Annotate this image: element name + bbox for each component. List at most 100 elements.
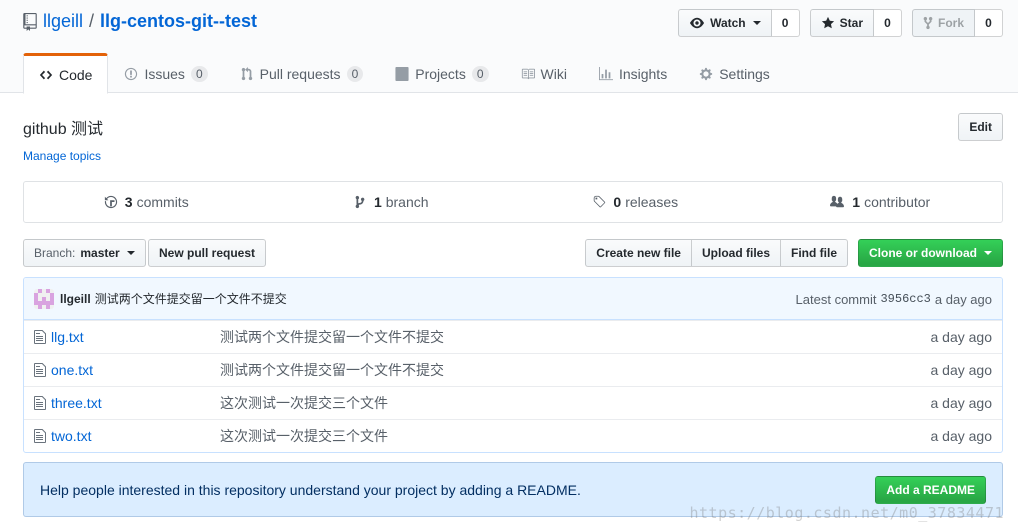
file-icon — [34, 363, 46, 377]
file-icon — [34, 429, 46, 443]
table-row: two.txt 这次测试一次提交三个文件 a day ago — [24, 419, 1002, 452]
tab-settings[interactable]: Settings — [683, 53, 786, 93]
branch-prefix: Branch: — [34, 246, 76, 260]
latest-commit-bar: llgeill 测试两个文件提交留一个文件不提交 Latest commit 3… — [24, 278, 1002, 320]
file-commit-age: a day ago — [930, 362, 993, 378]
chevron-down-icon — [984, 251, 992, 255]
chevron-down-icon — [752, 21, 761, 25]
create-new-file-button[interactable]: Create new file — [585, 239, 692, 267]
star-count[interactable]: 0 — [873, 9, 902, 37]
branches-link[interactable]: 1 branch — [269, 182, 514, 222]
issues-counter: 0 — [190, 66, 208, 82]
clone-label: Clone or download — [869, 246, 977, 260]
branch-count: 1 — [373, 194, 382, 210]
file-name-link[interactable]: llg.txt — [51, 329, 84, 345]
tab-insights[interactable]: Insights — [583, 53, 683, 93]
star-button[interactable]: Star — [809, 9, 874, 37]
file-icon — [34, 396, 46, 410]
table-row: three.txt 这次测试一次提交三个文件 a day ago — [24, 386, 1002, 419]
commits-link[interactable]: 3 commits — [24, 182, 269, 222]
file-name-link[interactable]: two.txt — [51, 428, 91, 444]
file-commit-message[interactable]: 测试两个文件提交留一个文件不提交 — [220, 360, 444, 380]
commit-message-link[interactable]: 测试两个文件提交留一个文件不提交 — [95, 290, 287, 307]
file-name-link[interactable]: three.txt — [51, 395, 102, 411]
file-commit-message[interactable]: 这次测试一次提交三个文件 — [220, 393, 388, 413]
repo-owner-link[interactable]: llgeill — [43, 11, 83, 32]
file-commit-message[interactable]: 测试两个文件提交留一个文件不提交 — [220, 327, 444, 347]
find-file-button[interactable]: Find file — [780, 239, 848, 267]
branch-name: master — [80, 246, 120, 260]
contributors-link[interactable]: 1 contributor — [758, 182, 1003, 222]
upload-files-button[interactable]: Upload files — [690, 239, 781, 267]
tab-wiki[interactable]: Wiki — [505, 53, 583, 93]
edit-description-button[interactable]: Edit — [958, 113, 1003, 141]
tab-pull-requests-label: Pull requests — [259, 66, 341, 82]
file-commit-message[interactable]: 这次测试一次提交三个文件 — [220, 426, 388, 446]
issue-icon — [125, 67, 138, 81]
releases-link[interactable]: 0 releases — [513, 182, 758, 222]
contributors-count: 1 — [852, 194, 861, 210]
file-commit-age: a day ago — [930, 329, 993, 345]
star-group: Star 0 — [809, 9, 902, 37]
releases-label: releases — [625, 194, 679, 210]
repo-icon — [23, 12, 37, 31]
readme-prompt-text: Help people interested in this repositor… — [40, 481, 581, 498]
file-navigation: Branch: master New pull request Create n… — [23, 239, 1003, 267]
gear-icon — [700, 67, 713, 81]
watch-count[interactable]: 0 — [771, 9, 800, 37]
tab-pull-requests[interactable]: Pull requests 0 — [224, 53, 380, 93]
history-icon — [104, 195, 117, 209]
table-row: one.txt 测试两个文件提交留一个文件不提交 a day ago — [24, 353, 1002, 386]
tag-icon — [594, 195, 606, 208]
eye-icon — [690, 17, 705, 29]
manage-topics-link[interactable]: Manage topics — [23, 149, 101, 163]
fork-count[interactable]: 0 — [975, 9, 1003, 37]
tab-projects-label: Projects — [415, 66, 466, 82]
file-icon — [34, 330, 46, 344]
fork-group: Fork 0 — [911, 9, 1003, 37]
tab-code-label: Code — [59, 66, 93, 83]
repo-name-link[interactable]: llg-centos-git--test — [100, 11, 257, 32]
latest-commit-info: Latest commit 3956cc3 a day ago — [796, 278, 992, 320]
releases-count: 0 — [613, 194, 622, 210]
watch-button[interactable]: Watch — [678, 9, 772, 37]
clone-or-download-button[interactable]: Clone or download — [858, 239, 1003, 267]
tab-projects[interactable]: Projects 0 — [379, 53, 504, 93]
repo-header: llgeill / llg-centos-git--test Watch 0 S… — [0, 0, 1018, 94]
pagehead-actions: Watch 0 Star 0 Fork 0 — [678, 9, 1003, 37]
tab-wiki-label: Wiki — [540, 66, 567, 82]
commit-author-link[interactable]: llgeill — [60, 292, 91, 306]
tab-issues-label: Issues — [144, 66, 185, 82]
avatar[interactable] — [34, 288, 54, 309]
watch-label: Watch — [710, 16, 746, 30]
tab-issues[interactable]: Issues 0 — [108, 53, 223, 93]
graph-icon — [598, 67, 613, 81]
branch-icon — [355, 195, 365, 209]
project-icon — [395, 67, 409, 81]
projects-counter: 0 — [471, 66, 489, 82]
repo-title: llgeill / llg-centos-git--test — [23, 11, 257, 32]
file-action-group: Create new file Upload files Find file — [585, 239, 848, 267]
file-actions: Create new file Upload files Find file C… — [585, 239, 1003, 267]
branch-label: branch — [385, 194, 429, 210]
commits-label: commits — [136, 194, 189, 210]
contributors-label: contributor — [864, 194, 931, 210]
pulls-counter: 0 — [346, 66, 364, 82]
readme-prompt: Help people interested in this repositor… — [23, 462, 1003, 517]
fork-icon — [923, 16, 933, 30]
new-pull-request-button[interactable]: New pull request — [148, 239, 267, 267]
tab-insights-label: Insights — [618, 66, 668, 82]
file-name-link[interactable]: one.txt — [51, 362, 93, 378]
repo-separator: / — [89, 11, 95, 31]
tab-code[interactable]: Code — [23, 53, 109, 94]
file-commit-age: a day ago — [930, 395, 993, 411]
people-icon — [830, 195, 845, 208]
fork-button[interactable]: Fork — [911, 9, 975, 37]
branch-select-button[interactable]: Branch: master — [23, 239, 146, 267]
add-readme-button[interactable]: Add a README — [875, 476, 986, 504]
watch-group: Watch 0 — [678, 9, 800, 37]
file-list: llgeill 测试两个文件提交留一个文件不提交 Latest commit 3… — [23, 277, 1003, 453]
file-commit-age: a day ago — [930, 428, 993, 444]
star-icon — [821, 16, 834, 29]
commit-sha-link[interactable]: 3956cc3 — [880, 292, 930, 306]
